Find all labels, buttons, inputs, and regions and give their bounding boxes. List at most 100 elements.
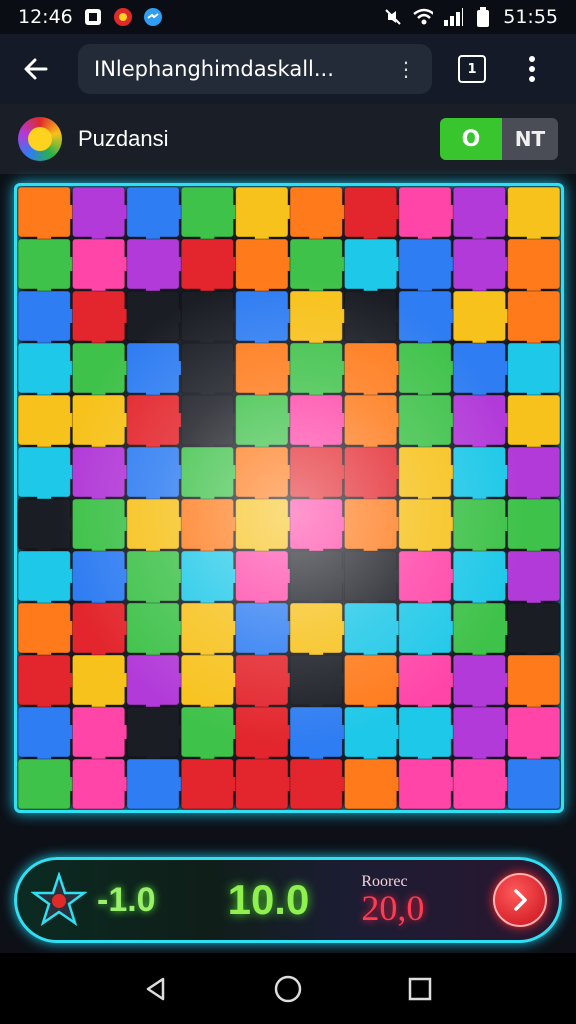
- puzzle-piece[interactable]: [343, 706, 405, 765]
- puzzle-piece[interactable]: [507, 290, 561, 349]
- puzzle-piece[interactable]: [17, 654, 79, 713]
- puzzle-piece[interactable]: [180, 290, 242, 349]
- puzzle-piece[interactable]: [398, 550, 460, 609]
- puzzle-piece[interactable]: [289, 602, 351, 661]
- puzzle-piece[interactable]: [507, 550, 561, 609]
- puzzle-piece[interactable]: [71, 394, 133, 453]
- puzzle-piece[interactable]: [17, 758, 79, 810]
- puzzle-piece[interactable]: [343, 550, 405, 609]
- puzzle-piece[interactable]: [398, 758, 460, 810]
- puzzle-piece[interactable]: [17, 186, 79, 245]
- puzzle-piece[interactable]: [180, 758, 242, 810]
- puzzle-piece[interactable]: [71, 550, 133, 609]
- puzzle-piece[interactable]: [235, 654, 296, 713]
- puzzle-piece[interactable]: [289, 654, 351, 713]
- puzzle-piece[interactable]: [507, 498, 561, 557]
- puzzle-piece[interactable]: [235, 498, 296, 557]
- toggle-switch[interactable]: O NT: [440, 118, 558, 160]
- puzzle-piece[interactable]: [180, 342, 242, 401]
- puzzle-piece[interactable]: [17, 602, 79, 661]
- puzzle-piece[interactable]: [71, 706, 133, 765]
- puzzle-piece[interactable]: [235, 602, 296, 661]
- puzzle-piece[interactable]: [126, 446, 188, 505]
- puzzle-piece[interactable]: [126, 238, 188, 297]
- puzzle-piece[interactable]: [126, 654, 188, 713]
- nav-back-button[interactable]: [136, 969, 176, 1009]
- puzzle-piece[interactable]: [180, 446, 242, 505]
- nav-recents-button[interactable]: [400, 969, 440, 1009]
- puzzle-piece[interactable]: [452, 238, 514, 297]
- puzzle-piece[interactable]: [180, 394, 242, 453]
- puzzle-piece[interactable]: [507, 394, 561, 453]
- puzzle-piece[interactable]: [71, 342, 133, 401]
- puzzle-piece[interactable]: [235, 706, 296, 765]
- puzzle-piece[interactable]: [452, 394, 514, 453]
- puzzle-piece[interactable]: [17, 550, 79, 609]
- puzzle-piece[interactable]: [507, 758, 561, 810]
- puzzle-piece[interactable]: [343, 394, 405, 453]
- puzzle-piece[interactable]: [289, 550, 351, 609]
- star-icon[interactable]: [29, 870, 89, 930]
- puzzle-piece[interactable]: [71, 446, 133, 505]
- puzzle-piece[interactable]: [507, 706, 561, 765]
- puzzle-piece[interactable]: [452, 290, 514, 349]
- puzzle-piece[interactable]: [235, 550, 296, 609]
- puzzle-board[interactable]: [14, 183, 564, 813]
- puzzle-piece[interactable]: [452, 550, 514, 609]
- puzzle-piece[interactable]: [235, 446, 296, 505]
- puzzle-piece[interactable]: [343, 186, 405, 245]
- puzzle-piece[interactable]: [17, 498, 79, 557]
- url-more-icon[interactable]: ⋮: [396, 57, 416, 81]
- back-button[interactable]: [14, 47, 58, 91]
- puzzle-piece[interactable]: [180, 550, 242, 609]
- puzzle-piece[interactable]: [289, 446, 351, 505]
- puzzle-piece[interactable]: [452, 446, 514, 505]
- puzzle-piece[interactable]: [289, 238, 351, 297]
- puzzle-piece[interactable]: [71, 498, 133, 557]
- puzzle-piece[interactable]: [235, 238, 296, 297]
- puzzle-piece[interactable]: [507, 654, 561, 713]
- puzzle-piece[interactable]: [452, 758, 514, 810]
- puzzle-piece[interactable]: [71, 186, 133, 245]
- puzzle-piece[interactable]: [17, 342, 79, 401]
- overflow-menu-button[interactable]: [522, 56, 542, 82]
- puzzle-piece[interactable]: [452, 186, 514, 245]
- puzzle-piece[interactable]: [289, 394, 351, 453]
- puzzle-piece[interactable]: [289, 498, 351, 557]
- puzzle-piece[interactable]: [126, 394, 188, 453]
- puzzle-piece[interactable]: [398, 498, 460, 557]
- puzzle-piece[interactable]: [507, 446, 561, 505]
- puzzle-piece[interactable]: [507, 186, 561, 245]
- nav-home-button[interactable]: [268, 969, 308, 1009]
- puzzle-piece[interactable]: [235, 290, 296, 349]
- puzzle-piece[interactable]: [126, 602, 188, 661]
- url-field[interactable]: INlephanghimdaskall... ⋮: [78, 44, 432, 94]
- puzzle-piece[interactable]: [17, 290, 79, 349]
- puzzle-piece[interactable]: [235, 186, 296, 245]
- puzzle-piece[interactable]: [235, 394, 296, 453]
- puzzle-piece[interactable]: [398, 238, 460, 297]
- puzzle-piece[interactable]: [343, 290, 405, 349]
- puzzle-piece[interactable]: [126, 498, 188, 557]
- puzzle-piece[interactable]: [289, 342, 351, 401]
- puzzle-piece[interactable]: [452, 602, 514, 661]
- puzzle-piece[interactable]: [507, 342, 561, 401]
- puzzle-piece[interactable]: [126, 550, 188, 609]
- puzzle-piece[interactable]: [235, 758, 296, 810]
- puzzle-piece[interactable]: [180, 706, 242, 765]
- puzzle-piece[interactable]: [343, 342, 405, 401]
- puzzle-piece[interactable]: [126, 706, 188, 765]
- puzzle-piece[interactable]: [289, 290, 351, 349]
- puzzle-piece[interactable]: [126, 186, 188, 245]
- puzzle-piece[interactable]: [398, 290, 460, 349]
- puzzle-piece[interactable]: [71, 238, 133, 297]
- puzzle-piece[interactable]: [343, 238, 405, 297]
- puzzle-piece[interactable]: [289, 758, 351, 810]
- puzzle-piece[interactable]: [71, 758, 133, 810]
- puzzle-piece[interactable]: [398, 394, 460, 453]
- puzzle-piece[interactable]: [289, 706, 351, 765]
- puzzle-piece[interactable]: [180, 238, 242, 297]
- puzzle-piece[interactable]: [289, 186, 351, 245]
- puzzle-piece[interactable]: [452, 498, 514, 557]
- puzzle-piece[interactable]: [343, 602, 405, 661]
